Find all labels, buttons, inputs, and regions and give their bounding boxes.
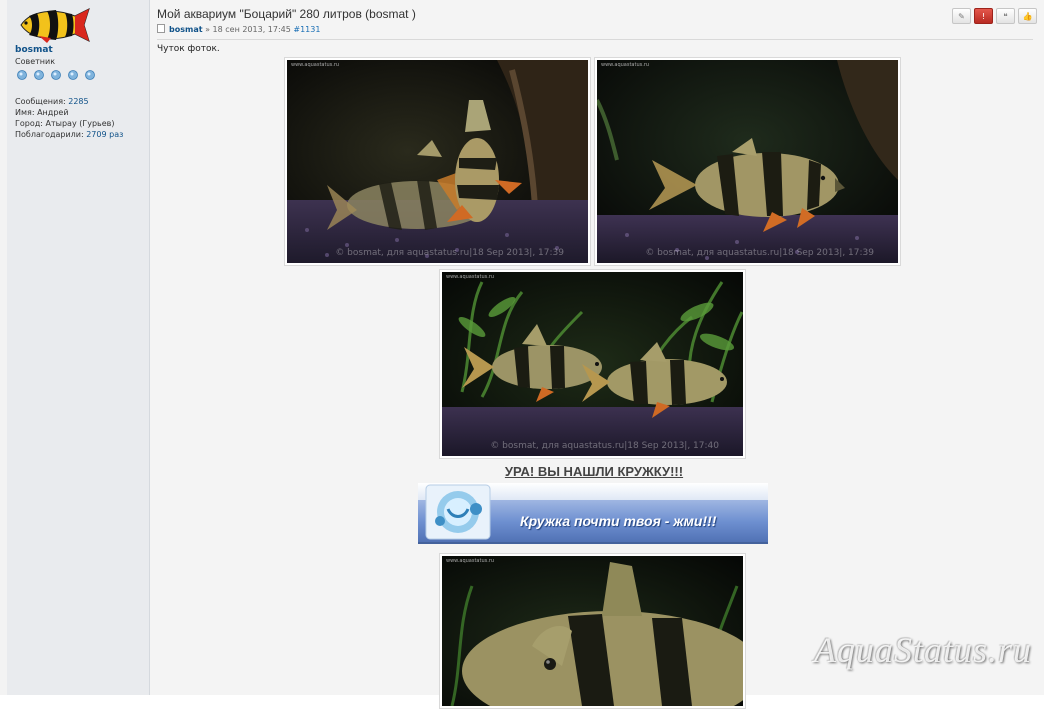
photo-3-caption: © bosmat, для aquastatus.ru|18 Sep 2013|… <box>490 441 719 451</box>
post-text: Чуток фоток. <box>157 44 220 54</box>
photo-1-url: www.aquastatus.ru <box>291 62 340 68</box>
edit-icon: ✎ <box>958 11 965 21</box>
stat-city: Город: Атырау (Гурьев) <box>15 119 115 128</box>
post-date: » 18 сен 2013, 17:45 <box>202 25 294 34</box>
quote-icon: ❝ <box>1003 11 1008 21</box>
mug-banner[interactable]: Кружка почти твоя - жми!!! <box>418 483 768 544</box>
forum-post: bosmat Советник Сообщения: 2285 Имя: Анд… <box>0 0 1044 709</box>
post-profile: bosmat Советник Сообщения: 2285 Имя: Анд… <box>7 0 150 695</box>
photo-3-url: www.aquastatus.ru <box>446 274 495 280</box>
aquarium-photo-3[interactable]: www.aquastatus.ru © bosmat, для aquastat… <box>439 269 746 459</box>
aquarium-photo-2[interactable]: www.aquastatus.ru © bosmat, для aquastat… <box>594 57 901 266</box>
user-rank: Советник <box>15 57 56 66</box>
thanks-button[interactable]: 👍 <box>1018 8 1037 24</box>
post-author[interactable]: bosmat <box>169 25 203 34</box>
username[interactable]: bosmat <box>15 45 53 55</box>
posts-count-link[interactable]: 2285 <box>68 97 88 106</box>
thanks-count-link[interactable]: 2709 раз <box>86 130 123 139</box>
rank-stars-icon <box>17 70 95 80</box>
mug-link[interactable]: УРА! ВЫ НАШЛИ КРУЖКУ!!! <box>150 464 1038 479</box>
post-number-link[interactable]: #1131 <box>293 25 320 34</box>
edit-button[interactable]: ✎ <box>952 8 971 24</box>
stat-name: Имя: Андрей <box>15 108 69 117</box>
stat-posts: Сообщения: 2285 <box>15 97 89 106</box>
mug-banner-text: Кружка почти твоя - жми!!! <box>520 513 717 529</box>
photo-4-image <box>442 556 743 706</box>
site-watermark: AquaStatus.ru <box>813 630 1032 670</box>
photo-1-image <box>287 60 588 263</box>
post-icon[interactable] <box>157 24 165 33</box>
photo-2-caption: © bosmat, для aquastatus.ru|18 Sep 2013|… <box>645 248 874 258</box>
avatar[interactable] <box>17 6 93 44</box>
quote-button[interactable]: ❝ <box>996 8 1015 24</box>
user-stats: Сообщения: 2285 Имя: Андрей Город: Атыра… <box>15 96 123 140</box>
thanks-icon: 👍 <box>1022 11 1033 21</box>
photo-3-image <box>442 272 743 456</box>
photo-1-caption: © bosmat, для aquastatus.ru|18 Sep 2013|… <box>335 248 564 258</box>
report-icon: ! <box>981 11 986 21</box>
report-button[interactable]: ! <box>974 8 993 24</box>
stat-thanks: Поблагодарили: 2709 раз <box>15 130 124 139</box>
aquarium-photo-1[interactable]: www.aquastatus.ru © bosmat, для aquastat… <box>284 57 591 266</box>
post-title[interactable]: Мой аквариум "Боцарий" 280 литров (bosma… <box>157 7 416 21</box>
photo-4-url: www.aquastatus.ru <box>446 558 495 564</box>
photo-2-image <box>597 60 898 263</box>
aquarium-photo-4[interactable]: www.aquastatus.ru <box>439 553 746 709</box>
post-buttons: ✎ ! ❝ 👍 <box>952 8 1037 24</box>
post-body: Мой аквариум "Боцарий" 280 литров (bosma… <box>150 0 1044 709</box>
photo-2-url: www.aquastatus.ru <box>601 62 650 68</box>
post-meta: bosmat » 18 сен 2013, 17:45 #1131 <box>157 24 1033 40</box>
